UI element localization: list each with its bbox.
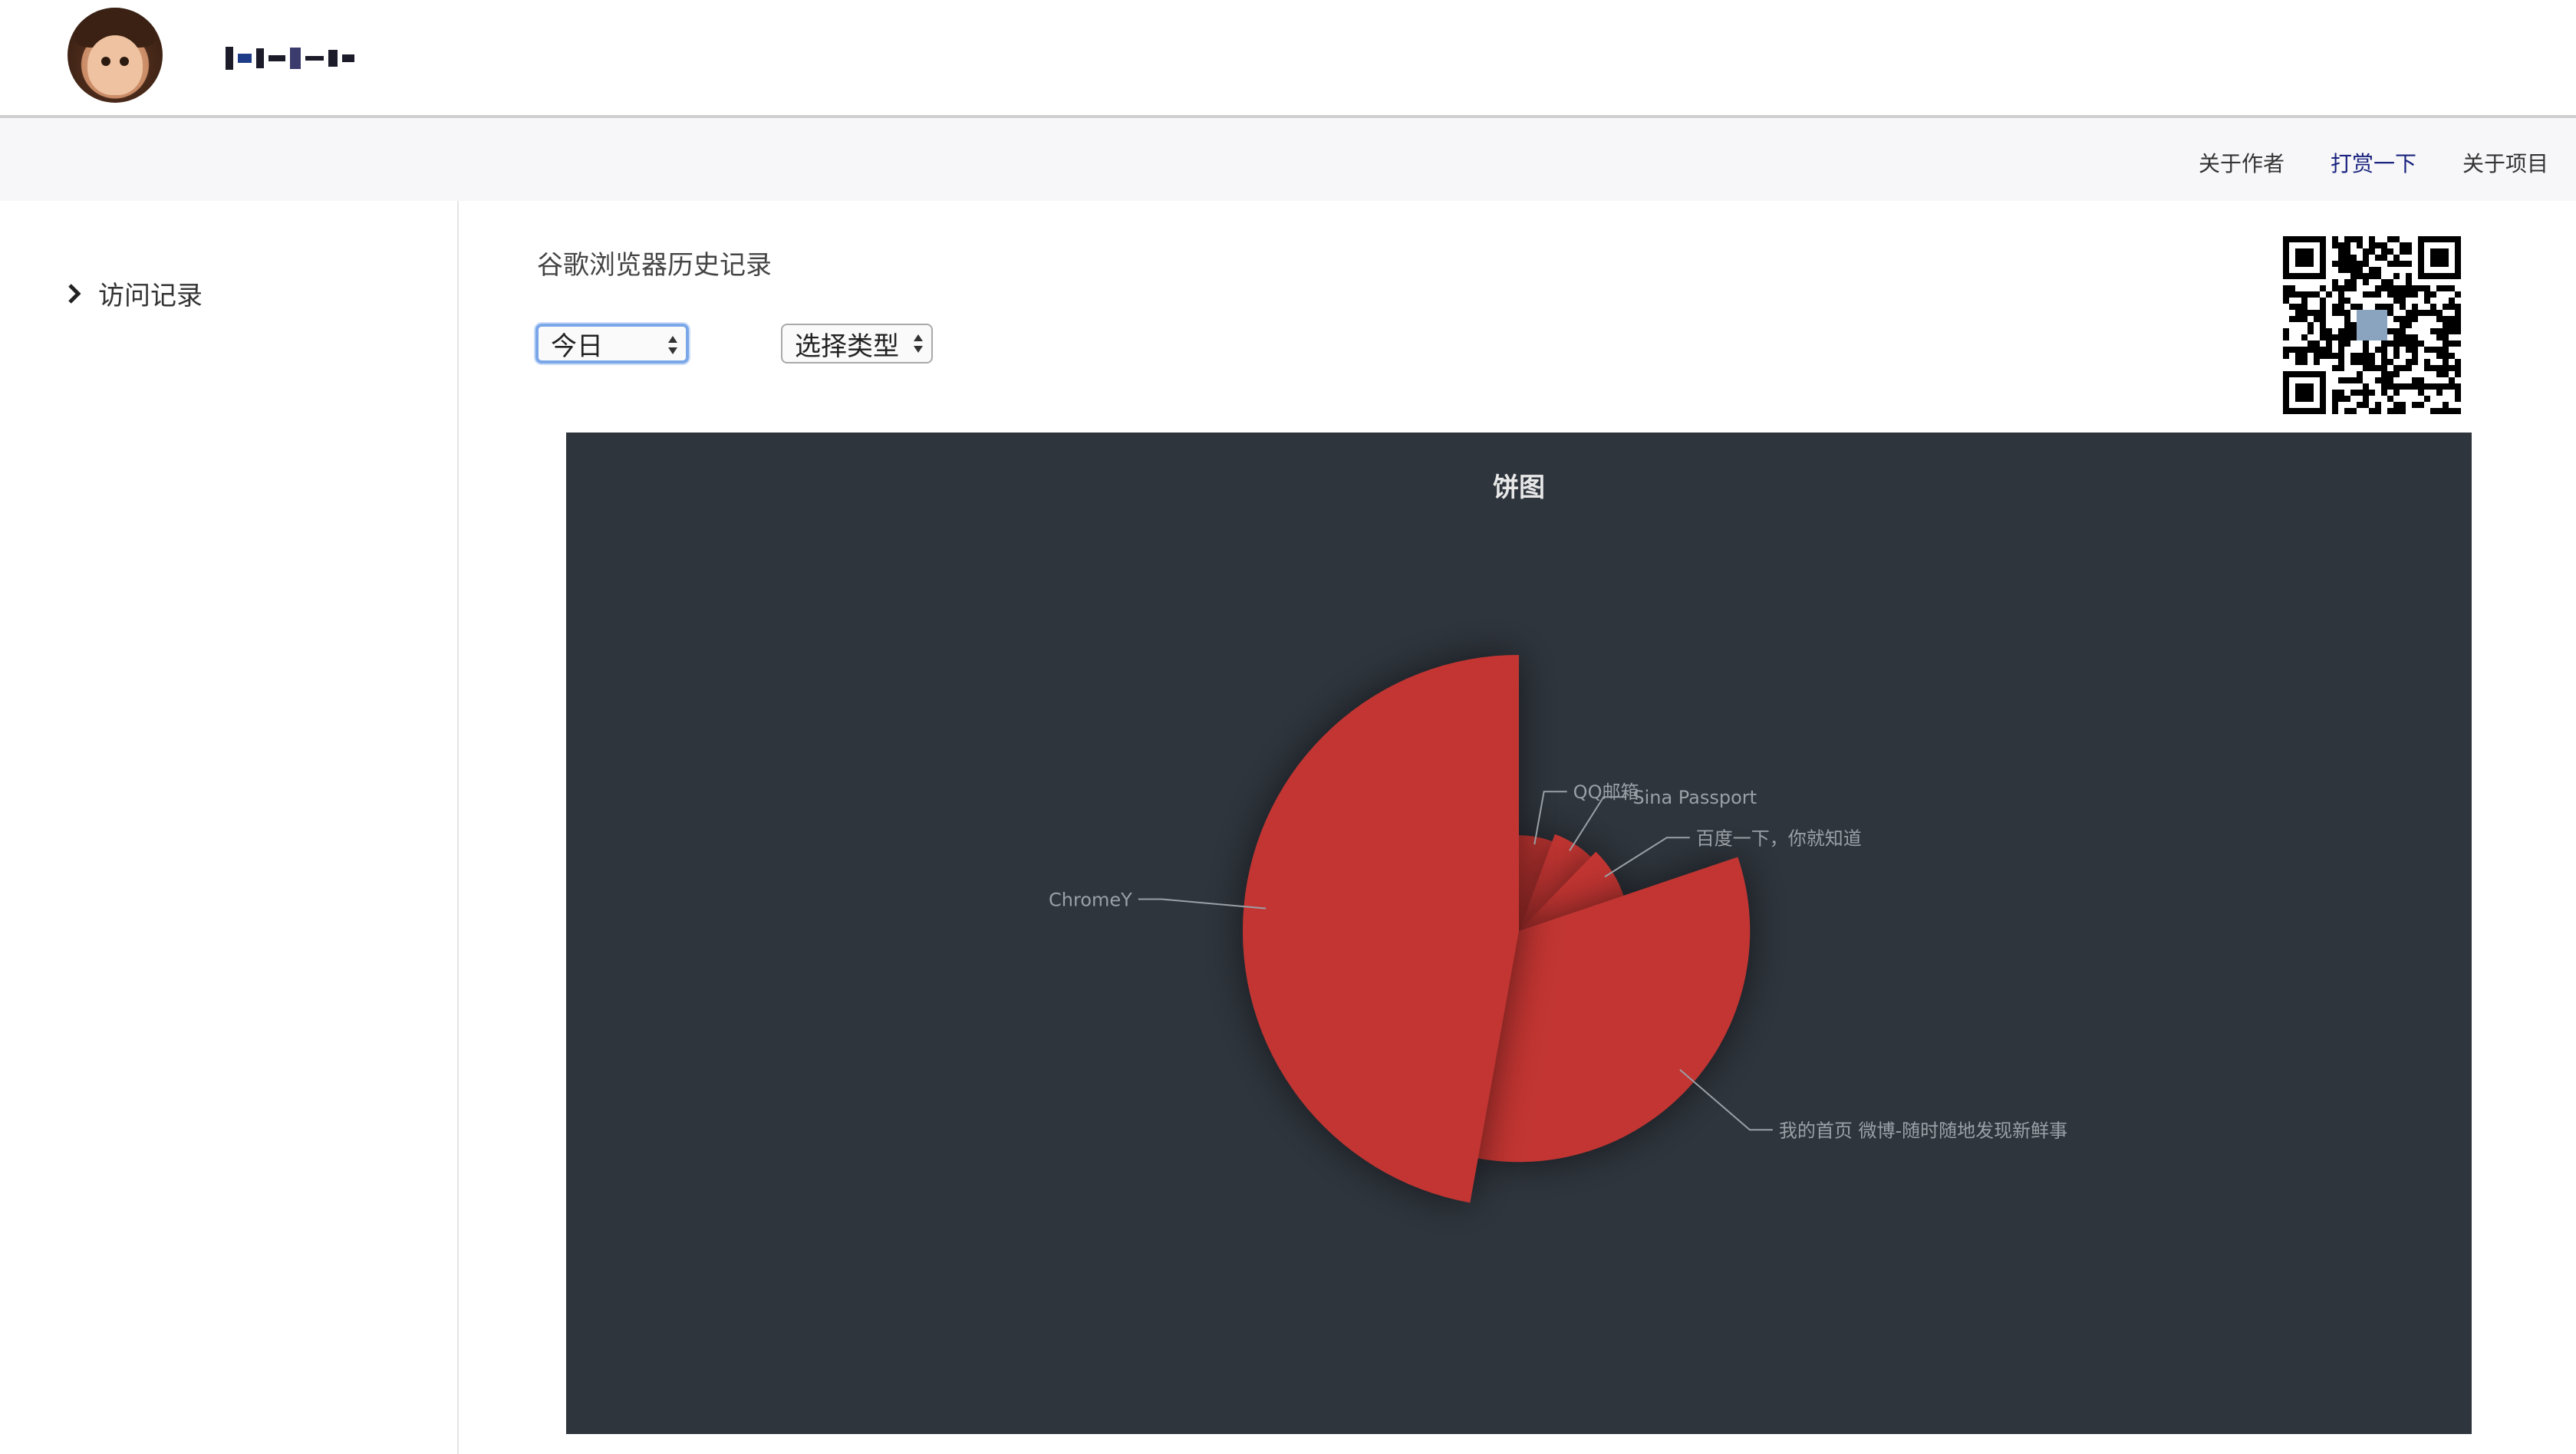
pie-slice[interactable] [1243,655,1519,1203]
header [0,0,2576,115]
qr-code [2283,236,2461,414]
top-navbar: 关于作者 打赏一下 关于项目 [0,115,2576,201]
sidebar: 访问记录 [0,201,459,1454]
select-arrows-icon [914,334,923,353]
date-select-value: 今日 [551,331,603,362]
date-range-select[interactable]: 今日 [535,324,689,364]
page-title: 谷歌浏览器历史记录 [537,250,772,281]
avatar[interactable] [68,8,163,103]
sidebar-item-visit-history[interactable]: 访问记录 [66,275,203,312]
slice-label: 我的首页 微博-随时随地发现新鲜事 [1779,1120,2067,1141]
nav-donate[interactable]: 打赏一下 [2331,147,2416,178]
sidebar-item-label: 访问记录 [98,281,203,311]
label-line [1533,791,1567,845]
slice-label: QQ邮箱 [1573,781,1639,803]
nav-about-project[interactable]: 关于项目 [2462,147,2548,178]
slice-label: ChromeY [1049,889,1132,910]
site-logo[interactable] [226,43,354,74]
slice-label: 百度一下，你就知道 [1696,827,1862,849]
select-arrows-icon [668,336,677,354]
slice-label: Sina Passport [1632,787,1757,808]
label-line [1569,796,1627,851]
type-select[interactable]: 选择类型 [781,324,933,364]
chevron-right-icon [68,283,81,304]
pie-chart: 饼图 QQ邮箱 Sina Passport 百度一下，你就知道 我的首页 微博-随时随… [566,433,2472,1434]
type-select-value: 选择类型 [795,331,899,362]
nav-about-author[interactable]: 关于作者 [2199,147,2284,178]
label-line [1604,837,1690,878]
